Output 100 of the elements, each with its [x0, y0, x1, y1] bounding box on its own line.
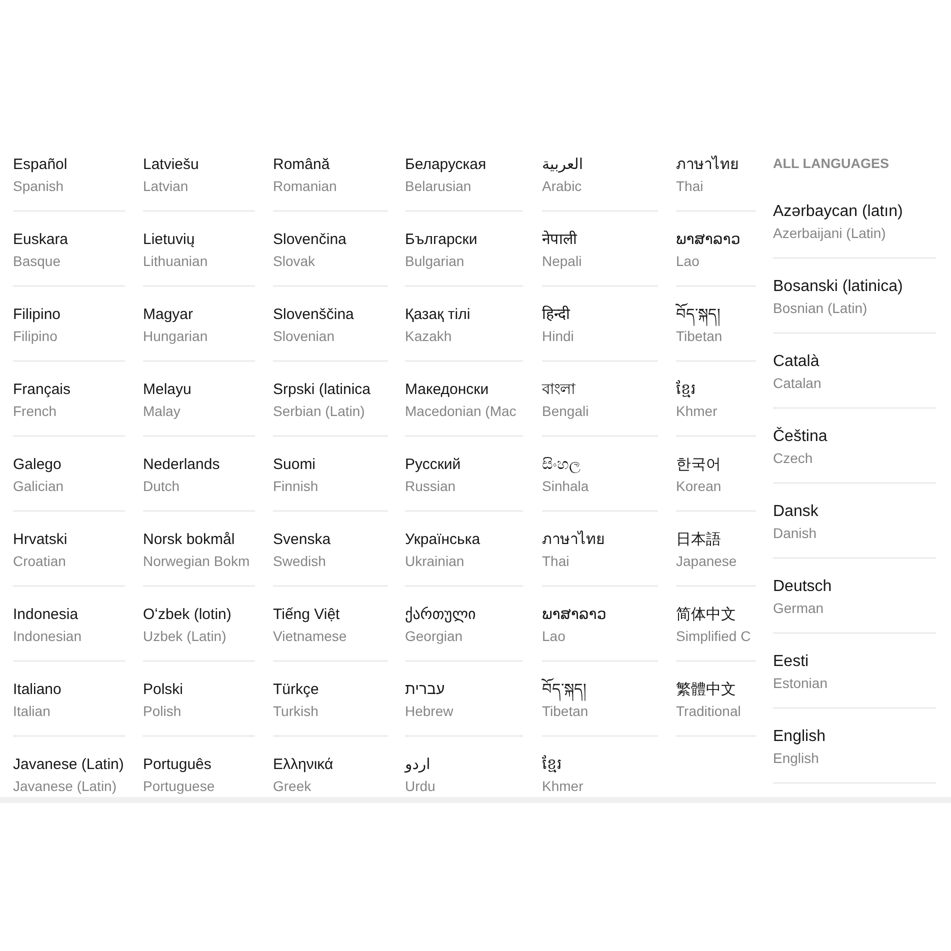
language-translation: Basque [13, 252, 60, 270]
language-translation: Ukrainian [405, 552, 464, 570]
language-translation: Swedish [273, 552, 326, 570]
language-name[interactable]: Lietuvių [143, 230, 195, 250]
language-name[interactable]: ខ្មែរ [542, 755, 562, 775]
language-translation: Urdu [405, 777, 436, 795]
language-translation: Japanese [676, 552, 737, 570]
language-name[interactable]: Українська [405, 530, 480, 550]
language-translation: Filipino [13, 327, 58, 345]
language-name[interactable]: Suomi [273, 455, 316, 475]
language-translation: Uzbek (Latin) [143, 627, 226, 645]
language-name[interactable]: Latviešu [143, 155, 199, 175]
language-translation: Estonian [773, 674, 828, 692]
language-name[interactable]: Čeština [773, 427, 828, 447]
language-name[interactable]: සිංහල [542, 455, 580, 475]
language-name[interactable]: Македонски [405, 380, 489, 400]
language-name[interactable]: Català [773, 352, 820, 372]
language-name[interactable]: བོད་སྐད། [542, 680, 586, 700]
language-translation: Norwegian Bokm [143, 552, 250, 570]
language-translation: Malay [143, 402, 180, 420]
language-name[interactable]: Magyar [143, 305, 194, 325]
language-name[interactable]: ພາສາລາວ [676, 230, 740, 250]
language-translation: Italian [13, 702, 50, 720]
language-translation: Nepali [542, 252, 582, 270]
language-name[interactable]: Deutsch [773, 577, 832, 597]
language-name[interactable]: 繁體中文 [676, 680, 736, 700]
language-translation: Danish [773, 524, 817, 542]
language-translation: Khmer [542, 777, 584, 795]
language-name[interactable]: नेपाली [542, 230, 577, 250]
language-name[interactable]: Português [143, 755, 212, 775]
language-name[interactable]: हिन्दी [542, 305, 570, 325]
language-name[interactable]: ภาษาไทย [542, 530, 605, 550]
language-name[interactable]: Nederlands [143, 455, 220, 475]
language-translation: Thai [676, 177, 704, 195]
language-name[interactable]: עברית [405, 680, 445, 700]
language-name[interactable]: العربية [542, 155, 583, 175]
language-name[interactable]: ພາສາລາວ [542, 605, 606, 625]
language-name[interactable]: Hrvatski [13, 530, 68, 550]
language-name[interactable]: Español [13, 155, 68, 175]
language-name[interactable]: Ελληνικά [273, 755, 334, 775]
language-name[interactable]: Norsk bokmål [143, 530, 235, 550]
language-translation: Portuguese [143, 777, 215, 795]
language-translation: Spanish [13, 177, 64, 195]
language-name[interactable]: Polski [143, 680, 184, 700]
language-name[interactable]: Français [13, 380, 71, 400]
language-name[interactable]: Slovenščina [273, 305, 354, 325]
language-translation: Bulgarian [405, 252, 464, 270]
language-name[interactable]: Türkçe [273, 680, 319, 700]
language-name[interactable]: 한국어 [676, 455, 721, 475]
language-translation: Slovenian [273, 327, 334, 345]
language-name[interactable]: Oʻzbek (lotin) [143, 605, 232, 625]
language-name[interactable]: Қазақ тілі [405, 305, 470, 325]
language-translation: Croatian [13, 552, 66, 570]
language-translation: Romanian [273, 177, 337, 195]
language-name[interactable]: Azərbaycan (latın) [773, 202, 903, 222]
language-name[interactable]: Javanese (Latin) [13, 755, 124, 775]
language-translation: Galician [13, 477, 64, 495]
language-name[interactable]: 日本語 [676, 530, 721, 550]
language-translation: Indonesian [13, 627, 82, 645]
language-translation: Slovak [273, 252, 316, 270]
language-translation: Turkish [273, 702, 318, 720]
language-name[interactable]: Eesti [773, 652, 809, 672]
language-translation: Hindi [542, 327, 574, 345]
language-name[interactable]: Melayu [143, 380, 192, 400]
language-name[interactable]: Euskara [13, 230, 68, 250]
language-name[interactable]: Русский [405, 455, 461, 475]
language-name[interactable]: Беларуская [405, 155, 486, 175]
language-translation: Korean [676, 477, 722, 495]
language-name[interactable]: ქართული [405, 605, 476, 625]
language-translation: Georgian [405, 627, 463, 645]
language-translation: Javanese (Latin) [13, 777, 117, 795]
language-translation: Bengali [542, 402, 589, 420]
language-name[interactable]: Srpski (latinica [273, 380, 371, 400]
language-translation: Azerbaijani (Latin) [773, 224, 886, 242]
language-name[interactable]: বাংলা [542, 380, 575, 400]
language-name[interactable]: Italiano [13, 680, 62, 700]
language-name[interactable]: 简体中文 [676, 605, 736, 625]
language-name[interactable]: English [773, 727, 826, 747]
language-translation: Russian [405, 477, 456, 495]
language-translation: Tibetan [676, 327, 722, 345]
language-name[interactable]: Galego [13, 455, 62, 475]
language-translation: Arabic [542, 177, 582, 195]
language-name[interactable]: اردو [405, 755, 430, 775]
language-translation: Khmer [676, 402, 718, 420]
language-name[interactable]: Български [405, 230, 478, 250]
language-translation: Serbian (Latin) [273, 402, 365, 420]
language-name[interactable]: ภาษาไทย [676, 155, 739, 175]
language-name[interactable]: Svenska [273, 530, 331, 550]
language-translation: Lao [542, 627, 566, 645]
language-translation: Lithuanian [143, 252, 208, 270]
language-name[interactable]: Română [273, 155, 330, 175]
language-name[interactable]: བོད་སྐད། [676, 305, 720, 325]
language-name[interactable]: Filipino [13, 305, 61, 325]
language-name[interactable]: ខ្មែរ [676, 380, 696, 400]
language-name[interactable]: Dansk [773, 502, 818, 522]
language-name[interactable]: Slovenčina [273, 230, 346, 250]
language-name[interactable]: Indonesia [13, 605, 78, 625]
language-name[interactable]: Tiếng Việt [273, 605, 340, 625]
language-translation: Dutch [143, 477, 180, 495]
language-name[interactable]: Bosanski (latinica) [773, 277, 903, 297]
